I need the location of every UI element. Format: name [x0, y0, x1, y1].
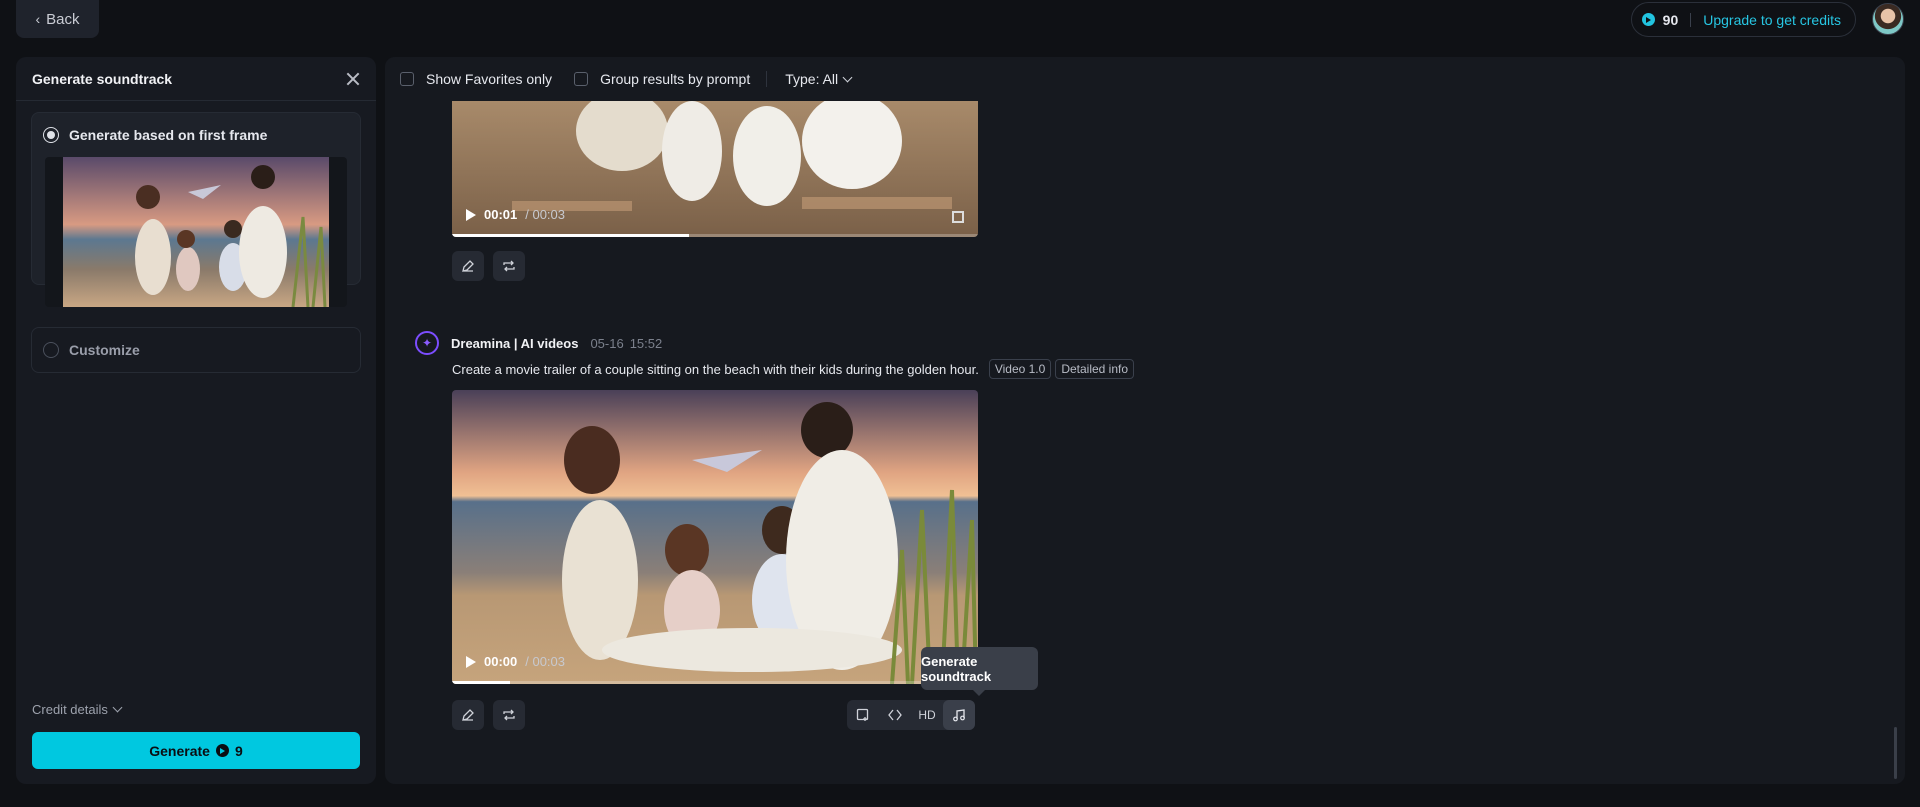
type-label: Type: All	[785, 71, 839, 87]
message-header: Dreamina | AI videos 05-16 15:52	[415, 331, 662, 355]
group-label: Group results by prompt	[600, 71, 751, 87]
credits-amount: 90	[1662, 11, 1679, 28]
panel-title: Generate soundtrack	[32, 70, 173, 87]
option-label-customize: Customize	[69, 342, 140, 358]
sender-name: Dreamina | AI videos	[451, 335, 579, 351]
generate-button[interactable]: Generate 9	[32, 732, 360, 769]
chevron-down-icon	[842, 72, 853, 82]
edit-button[interactable]	[452, 700, 484, 730]
dreamina-logo-icon	[415, 331, 439, 355]
credit-coin-icon	[215, 744, 229, 757]
credit-details-label: Credit details	[32, 702, 108, 717]
checkbox-box[interactable]	[574, 72, 589, 86]
music-note-icon	[953, 709, 965, 722]
divider	[766, 71, 768, 87]
video-progress-fill	[452, 234, 689, 237]
back-label: Back	[46, 10, 80, 28]
detailed-info-tag[interactable]: Detailed info	[1055, 359, 1135, 379]
regenerate-button[interactable]	[493, 700, 525, 730]
model-tag[interactable]: Video 1.0	[988, 359, 1052, 379]
regenerate-button[interactable]	[493, 251, 525, 281]
video-frame-main	[452, 390, 978, 684]
video-current-time: 00:01	[484, 207, 518, 222]
prompt-text: Create a movie trailer of a couple sitti…	[452, 361, 979, 377]
video-current-time: 00:00	[484, 654, 518, 669]
play-icon[interactable]	[466, 208, 476, 221]
radio-customize[interactable]	[43, 342, 59, 358]
credits-pill[interactable]: 90 Upgrade to get credits	[1630, 2, 1856, 37]
edit-button[interactable]	[452, 251, 484, 281]
video-player-main[interactable]: 00:00 / 00:03	[452, 390, 978, 684]
filter-bar: Show Favorites only Group results by pro…	[385, 57, 1905, 101]
panel-header: Generate soundtrack	[16, 57, 376, 101]
divider	[1690, 12, 1692, 27]
generate-cost: 9	[234, 742, 243, 759]
first-frame-thumbnail	[63, 157, 329, 307]
pencil-icon	[462, 709, 474, 721]
fullscreen-icon[interactable]	[952, 211, 964, 223]
prompt-row: Create a movie trailer of a couple sitti…	[452, 359, 1135, 379]
video-toolbar: HD	[847, 700, 975, 730]
video-controls: 00:00 / 00:03	[466, 654, 565, 669]
option-first-frame[interactable]: Generate based on first frame	[31, 112, 361, 307]
type-dropdown[interactable]: Type: All	[785, 71, 853, 87]
credit-details-toggle[interactable]: Credit details	[32, 702, 123, 717]
back-button[interactable]: ‹ Back	[16, 0, 99, 38]
radio-first-frame[interactable]	[43, 127, 59, 143]
upgrade-link[interactable]: Upgrade to get credits	[1703, 12, 1841, 28]
group-by-prompt-checkbox[interactable]: Group results by prompt	[574, 71, 750, 87]
close-icon[interactable]	[346, 72, 360, 86]
soundtrack-panel: Generate soundtrack Generate based on fi…	[16, 57, 376, 784]
message-date: 05-16	[590, 335, 624, 351]
checkbox-box[interactable]	[400, 72, 414, 86]
video-progress[interactable]	[452, 681, 978, 684]
diamond-code-icon	[888, 709, 902, 721]
option-label-first-frame: Generate based on first frame	[69, 127, 268, 143]
frame-plus-icon	[856, 708, 869, 721]
video-player-previous[interactable]: 00:01 / 00:03	[452, 101, 978, 237]
hd-button[interactable]: HD	[911, 700, 943, 730]
play-icon[interactable]	[466, 655, 476, 668]
video-duration: / 00:03	[525, 207, 566, 222]
video-controls: 00:01 / 00:03	[466, 207, 565, 222]
favorites-checkbox[interactable]: Show Favorites only	[400, 71, 552, 87]
repeat-icon	[503, 709, 515, 721]
scrollbar[interactable]	[1894, 727, 1897, 779]
tooltip: Generate soundtrack	[921, 647, 1038, 696]
generate-label: Generate	[149, 742, 210, 759]
credit-coin-icon	[1641, 13, 1655, 26]
favorites-label: Show Favorites only	[426, 71, 553, 87]
avatar[interactable]	[1872, 3, 1904, 35]
first-frame-preview	[45, 157, 347, 307]
results-panel: Show Favorites only Group results by pro…	[385, 57, 1905, 784]
video-progress-fill	[452, 681, 510, 684]
pencil-icon	[462, 260, 474, 272]
video-progress[interactable]	[452, 234, 978, 237]
chevron-left-icon: ‹	[35, 11, 41, 27]
chevron-down-icon	[112, 702, 123, 713]
soundtrack-button[interactable]	[943, 700, 975, 730]
repeat-icon	[503, 260, 515, 272]
extend-frame-button[interactable]	[847, 700, 879, 730]
lip-sync-button[interactable]	[879, 700, 911, 730]
video-duration: / 00:03	[525, 654, 566, 669]
option-customize[interactable]: Customize	[31, 327, 361, 373]
message-time: 15:52	[629, 335, 663, 351]
